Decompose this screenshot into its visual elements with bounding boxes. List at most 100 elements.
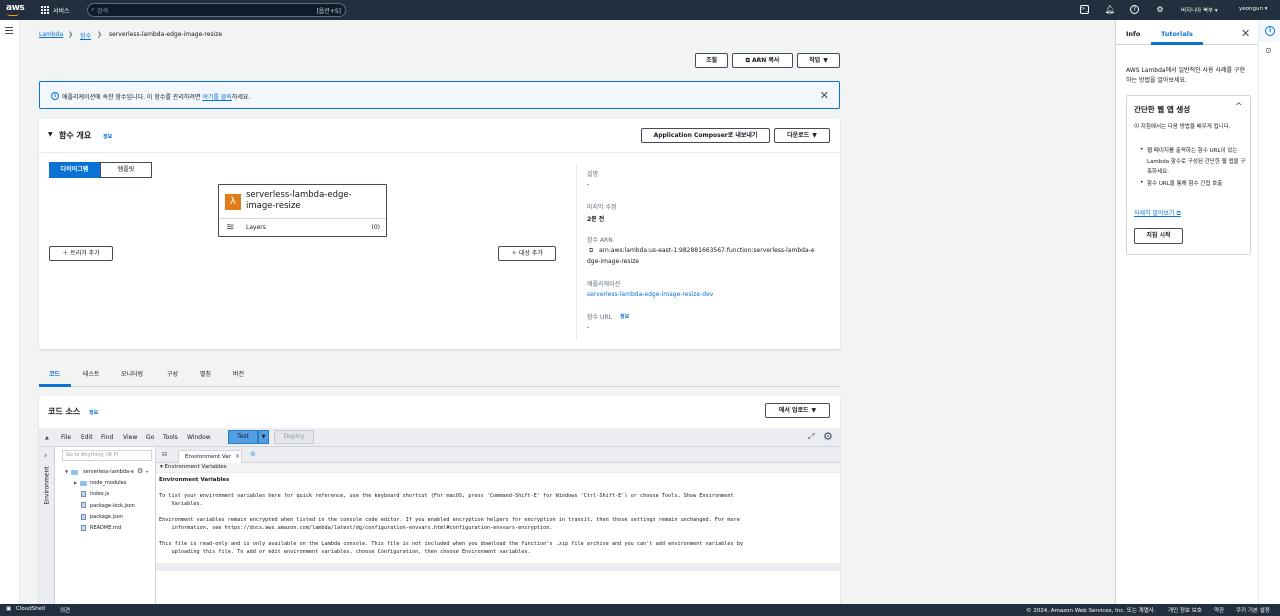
breadcrumb-lambda[interactable]: Lambda xyxy=(39,31,63,38)
arn-value-line2: dge-image-resize xyxy=(587,258,639,265)
help-panel: Info Tutorials ✕ AWS Lambda에서 일반적인 사용 사례… xyxy=(1115,20,1259,604)
menu-view[interactable]: View xyxy=(123,434,137,441)
chevron-up-icon[interactable]: ^ xyxy=(1235,102,1243,112)
goto-anything-input[interactable]: Go to Anything (⌘ P) xyxy=(62,450,152,461)
tree-root[interactable]: serverless-lambda-e xyxy=(83,469,134,475)
menu-tools[interactable]: Tools xyxy=(163,434,178,441)
close-help-icon[interactable]: ✕ xyxy=(1241,27,1250,40)
tab-monitoring[interactable]: 모니터링 xyxy=(121,369,143,378)
tab-info[interactable]: Info xyxy=(1126,30,1140,38)
cloudshell-link[interactable]: CloudShell xyxy=(16,606,45,612)
history-icon[interactable]: ⊙ xyxy=(1265,46,1272,55)
menu-find[interactable]: Find xyxy=(101,434,113,441)
tutorial-card-title[interactable]: 간단한 웹 앱 생성 xyxy=(1134,104,1190,115)
copy-icon[interactable]: ⧉ xyxy=(589,247,593,255)
expand-caret-icon[interactable]: ▼ xyxy=(65,469,68,474)
close-tab-icon[interactable]: × xyxy=(235,453,240,460)
tree-item-node-modules[interactable]: node_modules xyxy=(90,480,126,486)
tab-code[interactable]: 코드 xyxy=(49,369,60,378)
terms-link[interactable]: 약관 xyxy=(1214,606,1224,614)
privacy-link[interactable]: 개인 정보 보호 xyxy=(1168,606,1202,614)
test-dropdown-caret-icon[interactable]: ▼ xyxy=(258,430,269,444)
editor-tabbar xyxy=(156,447,840,463)
tree-item-package-json[interactable]: package.json xyxy=(90,514,123,520)
tab-configuration[interactable]: 구성 xyxy=(167,369,178,378)
export-composer-button[interactable]: Application Composer로 내보내기 xyxy=(641,128,770,143)
editor-tab[interactable]: Environment Var × xyxy=(178,450,242,463)
learn-more-link[interactable]: 자세히 알아보기 ⧉ xyxy=(1134,208,1181,218)
env-para1-line2: Variables. xyxy=(159,501,203,507)
section-header-text: Environment Variables xyxy=(164,464,227,470)
tree-item-package-lock[interactable]: package-lock.json xyxy=(90,503,135,509)
aws-logo[interactable]: aws xyxy=(6,3,25,13)
throttle-button[interactable]: 조절 xyxy=(695,53,728,68)
menu-edit[interactable]: Edit xyxy=(81,434,93,441)
segment-template[interactable]: 템플릿 xyxy=(100,162,152,178)
feedback-link[interactable]: 의견 xyxy=(60,606,70,614)
function-url-info-link[interactable]: 정보 xyxy=(620,313,629,320)
code-source-info-link[interactable]: 정보 xyxy=(89,409,98,416)
tree-caret-icon[interactable]: ▾ xyxy=(146,469,148,474)
tab-versions[interactable]: 버전 xyxy=(233,369,244,378)
download-label: 다운로드 xyxy=(787,132,810,139)
upload-from-dropdown[interactable]: 에서 업로드 ▼ xyxy=(765,403,830,418)
cookie-preferences-link[interactable]: 쿠키 기본 설정 xyxy=(1236,606,1270,614)
editor-tab-label: Environment Var xyxy=(185,454,231,460)
ide-gear-icon[interactable]: ⚙ xyxy=(823,430,833,443)
gear-icon[interactable]: ⚙ xyxy=(1154,4,1166,16)
environment-side-tab[interactable]: Environment xyxy=(44,464,51,508)
hamburger-menu-icon[interactable] xyxy=(5,27,13,34)
actions-dropdown[interactable]: 작업 ▼ xyxy=(797,53,840,68)
tree-item-index-js[interactable]: index.js xyxy=(90,491,109,497)
expand-caret-icon[interactable]: ▶ xyxy=(74,480,77,485)
add-trigger-button[interactable]: ＋ 트리거 추가 xyxy=(49,246,113,261)
deploy-button[interactable]: Deploy xyxy=(274,430,314,444)
env-para3-line2: uploading this file. To add or edit envi… xyxy=(159,549,531,555)
services-grid-icon[interactable] xyxy=(41,6,49,14)
tab-aliases[interactable]: 별칭 xyxy=(200,369,211,378)
download-dropdown[interactable]: 다운로드 ▼ xyxy=(774,128,830,143)
export-label: Application Composer로 내보내기 xyxy=(653,132,758,139)
segment-diagram[interactable]: 다이어그램 xyxy=(49,162,100,178)
ide-menubar xyxy=(39,428,840,447)
tab-test[interactable]: 테스트 xyxy=(83,369,100,378)
region-selector[interactable]: 버지니아 북부 ▾ xyxy=(1181,6,1218,14)
menu-go[interactable]: Go xyxy=(146,434,154,441)
file-icon xyxy=(81,525,86,531)
tree-item-readme[interactable]: README.md xyxy=(90,525,121,531)
application-link[interactable]: serverless-lambda-edge-image-resize-dev xyxy=(587,291,713,298)
info-panel-icon[interactable]: i xyxy=(1265,26,1275,36)
add-destination-button[interactable]: ＋ 대상 추가 xyxy=(498,246,556,261)
layers-label[interactable]: Layers xyxy=(246,224,266,231)
user-menu[interactable]: yeongun ▾ xyxy=(1239,6,1267,12)
bell-icon[interactable]: 🔔︎ xyxy=(1104,4,1116,16)
menu-file[interactable]: File xyxy=(61,434,71,441)
cloudshell-footer-icon: ▣ xyxy=(6,606,12,612)
overview-info-link[interactable]: 정보 xyxy=(103,133,112,140)
copy-arn-button[interactable]: ⧉ ARN 복사 xyxy=(732,53,793,68)
start-tutorial-button[interactable]: 지침 시작 xyxy=(1134,228,1183,244)
section-header-label: ▾ Environment Variables xyxy=(160,464,227,470)
new-tab-icon[interactable]: ⊕ xyxy=(250,450,256,458)
search-icon[interactable]: ⌕ xyxy=(44,452,47,460)
banner-link[interactable]: 여기를 클릭 xyxy=(202,94,232,101)
services-menu[interactable]: 서비스 xyxy=(53,6,70,15)
test-button[interactable]: Test xyxy=(228,430,258,444)
editor-menu-icon[interactable]: ⊟ xyxy=(162,451,167,458)
help-icon[interactable]: ? xyxy=(1130,5,1139,14)
close-icon[interactable]: ✕ xyxy=(820,89,829,102)
menu-window[interactable]: Window xyxy=(187,434,211,441)
actions-label: 작업 xyxy=(809,57,821,64)
tab-tutorials[interactable]: Tutorials xyxy=(1161,30,1193,38)
cloudshell-icon[interactable]: >_ xyxy=(1080,5,1089,14)
caret-down-icon: ▼ xyxy=(811,407,817,414)
function-card[interactable]: λ serverless-lambda-edge-image-resize ≋ … xyxy=(218,184,387,237)
info-icon: i xyxy=(51,92,59,100)
test-label: Test xyxy=(237,433,249,440)
collapse-caret-icon[interactable]: ▼ xyxy=(48,131,53,138)
fullscreen-icon[interactable]: ⤢ xyxy=(808,432,814,442)
search-input[interactable]: ⌕ 검색 [옵션+S] xyxy=(87,3,346,17)
breadcrumb-functions[interactable]: 함수 xyxy=(80,31,91,40)
collapse-triangle-icon[interactable]: ▲ xyxy=(45,435,49,441)
tree-gear-icon[interactable]: ⚙ xyxy=(137,467,143,475)
